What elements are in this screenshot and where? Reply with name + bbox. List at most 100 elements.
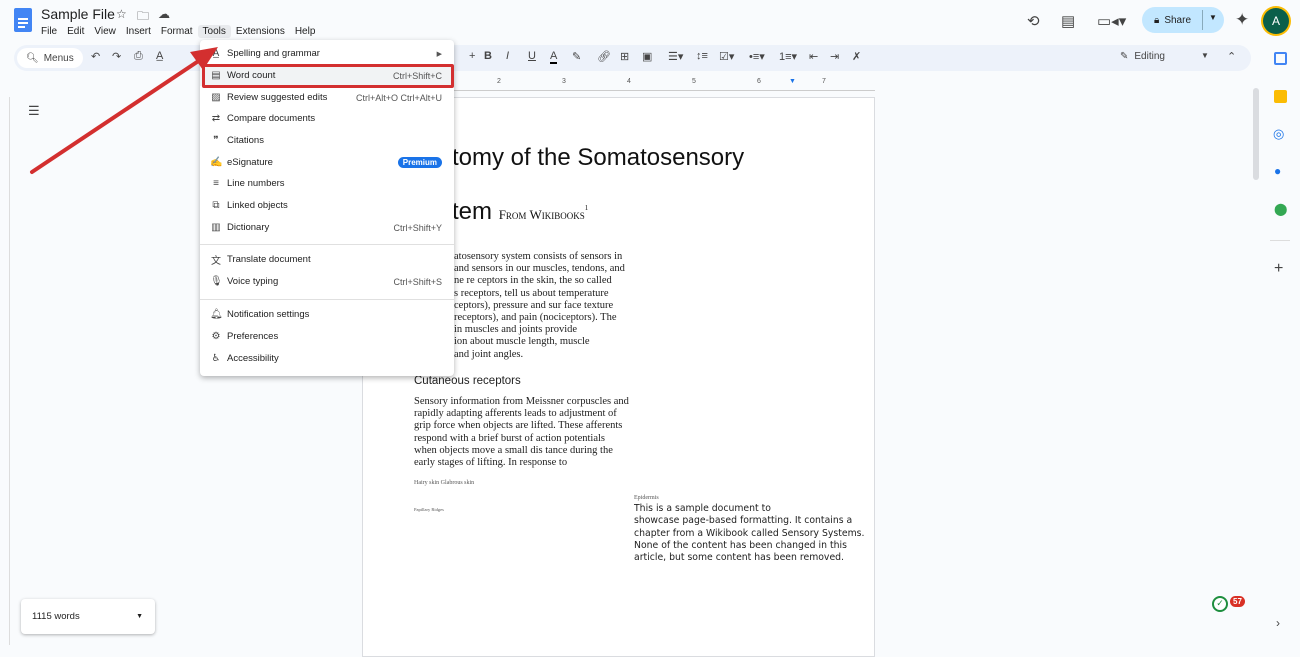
text-line: and joint angles.	[454, 348, 524, 360]
text-line: receptors), and pain (nociceptors). The	[454, 312, 617, 324]
menu-item-translate-document[interactable]: 文 Translate document	[200, 249, 454, 270]
highlight-icon[interactable]: ✎	[572, 50, 581, 63]
bold-icon[interactable]: B	[484, 50, 492, 62]
comments-icon[interactable]: ▤	[1061, 12, 1075, 30]
collapse-toolbar-icon[interactable]: ⌃	[1227, 50, 1236, 63]
share-dropdown-icon[interactable]: ▼	[1209, 13, 1217, 22]
italic-icon[interactable]: I	[506, 50, 509, 62]
menu-item-shortcut: Ctrl+Shift+S	[393, 276, 442, 287]
more-icon[interactable]: +	[469, 50, 475, 62]
menu-item-label: Translate document	[227, 254, 311, 265]
doc-source: From Wikibooks	[498, 207, 585, 222]
text-line: respond with a brief burst of action pot…	[414, 432, 605, 444]
link-icon[interactable]: 🔗︎	[597, 50, 611, 63]
dictionary-icon: ▥	[211, 222, 221, 233]
menu-item-label: Dictionary	[227, 222, 270, 233]
avatar[interactable]: A	[1263, 8, 1289, 34]
text-line: rapidly adapting afferents leads to adju…	[414, 408, 617, 420]
share-button[interactable]: 🔒︎ Share ▼	[1142, 7, 1224, 33]
menu-item-voice-typing[interactable]: 🎙︎ Voice typing Ctrl+Shift+S	[200, 271, 454, 292]
menu-separator	[200, 244, 454, 245]
microphone-icon: 🎙︎	[210, 276, 223, 287]
heading-cutaneous-receptors: Cutaneous receptors	[414, 375, 521, 387]
text-line: None of the content has been changed in …	[634, 539, 847, 551]
notification-badge[interactable]: 57	[1230, 596, 1245, 607]
translate-icon: 文	[211, 256, 221, 267]
underline-icon[interactable]: U	[528, 50, 536, 62]
text-line: atosensory system consists of sensors in	[454, 251, 623, 262]
maps-icon[interactable]: ⬤	[1274, 202, 1287, 216]
figure-caption: Hairy skin Glabrous skin	[414, 480, 475, 486]
bell-icon: 🔔︎	[210, 309, 223, 320]
text-line: in muscles and joints provide	[454, 324, 578, 336]
contacts-icon[interactable]: ●	[1274, 164, 1281, 178]
menu-item-label: Notification settings	[227, 309, 310, 320]
word-count-dropdown[interactable]: 1115 words ▼	[21, 599, 155, 634]
menu-separator	[200, 299, 454, 300]
menu-item-label: Voice typing	[227, 276, 279, 287]
keep-icon[interactable]	[1274, 90, 1287, 103]
checklist-icon[interactable]: ☑▾	[719, 50, 734, 63]
chevron-right-icon[interactable]: ›	[1276, 616, 1280, 630]
share-label: Share	[1164, 14, 1192, 26]
menu-item-label: Accessibility	[227, 353, 279, 364]
text-line: article, but some content has been remov…	[634, 552, 845, 564]
chevron-down-icon: ▼	[1200, 51, 1209, 60]
bulleted-list-icon[interactable]: •≡▾	[749, 50, 765, 63]
add-addon-icon[interactable]: +	[1274, 260, 1283, 278]
lock-icon: 🔒︎	[1154, 14, 1160, 26]
grammar-assistant-icon[interactable]: ✓	[1212, 596, 1228, 612]
clear-formatting-icon[interactable]: ✗	[852, 50, 861, 63]
ruler-tick: 6	[757, 78, 761, 85]
right-indent-marker-icon[interactable]: ▼	[789, 78, 796, 85]
text-line: showcase page-based formatting. It conta…	[634, 515, 853, 527]
gemini-sparkle-icon[interactable]: ✦	[1235, 10, 1249, 30]
numbered-list-icon[interactable]: 1≡▾	[779, 50, 797, 63]
ruler-tick: 4	[627, 78, 631, 85]
doc-title-line2: tem From Wikibooks1	[452, 198, 588, 226]
text-line: ne re ceptors in the skin, the so called	[454, 275, 612, 287]
figure-caption: Papillary Ridges	[414, 507, 444, 512]
footnote-ref[interactable]: 1	[585, 204, 589, 212]
insert-image-icon[interactable]: ▣	[642, 50, 652, 63]
align-icon[interactable]: ☰▾	[668, 50, 683, 63]
text-line: Sensory information from Meissner corpus…	[414, 396, 629, 407]
linked-objects-icon: ⧉	[212, 200, 220, 211]
menu-item-accessibility[interactable]: ♿︎ Accessibility	[200, 348, 454, 369]
side-panel: ◎ ● ⬤ + ›	[1262, 42, 1300, 645]
sample-description: This is a sample document to showcase pag…	[634, 503, 864, 564]
paragraph-1: atosensory system consists of sensors in…	[454, 251, 625, 361]
menu-item-label: Preferences	[227, 331, 279, 342]
menu-item-label: Linked objects	[227, 200, 288, 211]
pencil-icon: ✎	[1120, 51, 1129, 62]
editing-mode-label: Editing	[1134, 51, 1165, 62]
meet-video-icon[interactable]: ▭◂▾	[1097, 12, 1126, 30]
text-line: grip force when objects are lifted. Thes…	[414, 420, 623, 432]
line-spacing-icon[interactable]: ↕≡	[696, 50, 708, 62]
add-comment-icon[interactable]: ⊞	[620, 50, 629, 63]
menu-item-preferences[interactable]: ⚙ Preferences	[200, 326, 454, 347]
decrease-indent-icon[interactable]: ⇤	[809, 50, 818, 63]
figure-caption: Epidermis	[634, 495, 659, 501]
submenu-arrow-icon: ▶	[436, 50, 442, 58]
editing-mode-dropdown[interactable]: ✎ Editing ▼	[1120, 51, 1209, 62]
increase-indent-icon[interactable]: ⇥	[830, 50, 839, 63]
annotation-arrow	[30, 47, 218, 174]
accessibility-icon: ♿︎	[211, 353, 221, 364]
vertical-scrollbar[interactable]	[1253, 88, 1259, 180]
menu-item-dictionary[interactable]: ▥ Dictionary Ctrl+Shift+Y	[200, 217, 454, 238]
text-line: chapter from a Wikibook called Sensory S…	[634, 527, 865, 539]
text-line: when objects move a small dis tance duri…	[414, 444, 613, 456]
text-color-icon[interactable]: A	[550, 50, 558, 64]
menu-item-notification-settings[interactable]: 🔔︎ Notification settings	[200, 304, 454, 325]
tasks-icon[interactable]: ◎	[1273, 126, 1284, 142]
calendar-icon[interactable]	[1274, 52, 1287, 65]
ruler-tick: 5	[692, 78, 696, 85]
doc-title-line1: tomy of the Somatosensory	[452, 144, 745, 171]
text-line: This is a sample document to	[634, 503, 771, 514]
history-icon[interactable]: ⟲	[1027, 12, 1040, 30]
menu-item-shortcut: Ctrl+Alt+O Ctrl+Alt+U	[355, 92, 442, 103]
paragraph-2: Sensory information from Meissner corpus…	[414, 396, 629, 469]
title-word: tem	[452, 198, 493, 225]
text-line: ion about muscle length, muscle	[454, 336, 590, 348]
